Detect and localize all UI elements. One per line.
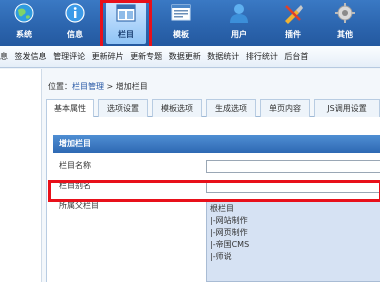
toolbar-label: 信息 xyxy=(67,30,83,39)
form-row-name: 栏目名称 xyxy=(53,157,380,175)
plugin-icon xyxy=(285,5,303,24)
globe-icon xyxy=(14,3,34,23)
gear-icon xyxy=(335,3,355,23)
column-name-input[interactable] xyxy=(206,160,380,173)
toolbar-item-plugin[interactable]: 插件 xyxy=(273,2,313,44)
tab-template[interactable]: 模板选项 xyxy=(152,99,202,117)
breadcrumb: 位置：栏目管理 > 增加栏目 xyxy=(48,81,148,92)
tab-bar: 基本属性 选项设置 模板选项 生成选项 单页内容 JS调用设置 xyxy=(46,99,380,118)
info-icon xyxy=(65,3,85,23)
submenu-item[interactable]: 更新专题 xyxy=(130,46,162,67)
template-icon xyxy=(171,4,191,21)
tab-single-page[interactable]: 单页内容 xyxy=(260,99,310,117)
tab-basic[interactable]: 基本属性 xyxy=(46,99,94,118)
toolbar-item-user[interactable]: 用户 xyxy=(219,2,259,44)
toolbar-item-template[interactable]: 模板 xyxy=(161,2,201,44)
breadcrumb-separator: > xyxy=(104,82,116,91)
breadcrumb-link[interactable]: 栏目管理 xyxy=(72,82,104,91)
breadcrumb-prefix: 位置： xyxy=(48,82,72,91)
submenu-item[interactable]: 排行统计 xyxy=(246,46,278,67)
main-content: 位置：栏目管理 > 增加栏目 基本属性 选项设置 模板选项 生成选项 单页内容 … xyxy=(42,69,380,282)
tab-js[interactable]: JS调用设置 xyxy=(314,99,380,117)
submenu-item[interactable]: 数据更新 xyxy=(169,46,201,67)
submenu-item[interactable]: 管理评论 xyxy=(53,46,85,67)
sub-menu: 息 签发信息 管理评论 更新碎片 更新专题 数据更新 数据统计 排行统计 后台首 xyxy=(0,46,380,68)
toolbar-label: 插件 xyxy=(285,30,301,39)
toolbar-item-info[interactable]: 信息 xyxy=(55,2,95,44)
tab-generate[interactable]: 生成选项 xyxy=(206,99,256,117)
submenu-item[interactable]: 后台首 xyxy=(284,46,308,67)
breadcrumb-current: 增加栏目 xyxy=(115,82,148,91)
toolbar-label: 其他 xyxy=(337,30,353,39)
submenu-item[interactable]: 息 xyxy=(0,46,8,67)
list-item[interactable]: |-师说 xyxy=(210,251,378,263)
list-item[interactable]: |-网站制作 xyxy=(210,215,378,227)
list-item[interactable]: 根栏目 xyxy=(210,203,378,215)
parent-column-list[interactable]: 根栏目 |-网站制作 |-网页制作 |-帝国CMS |-师说 xyxy=(206,200,380,282)
toolbar-item-system[interactable]: 系统 xyxy=(4,2,44,44)
top-toolbar: 系统 信息 栏目 模板 用户 插件 其他 xyxy=(0,0,380,46)
tab-options[interactable]: 选项设置 xyxy=(98,99,148,117)
toolbar-label: 用户 xyxy=(231,30,247,39)
list-item[interactable]: |-帝国CMS xyxy=(210,239,378,251)
toolbar-label: 系统 xyxy=(16,30,32,39)
highlight-box-column-tool xyxy=(100,0,152,50)
highlight-box-alias-row xyxy=(48,180,380,202)
toolbar-item-other[interactable]: 其他 xyxy=(325,2,365,44)
toolbar-label: 模板 xyxy=(173,30,189,39)
submenu-item[interactable]: 签发信息 xyxy=(15,46,47,67)
panel-heading: 增加栏目 xyxy=(53,135,380,153)
submenu-item[interactable]: 数据统计 xyxy=(207,46,239,67)
user-icon xyxy=(230,4,248,23)
submenu-item[interactable]: 更新碎片 xyxy=(92,46,124,67)
field-label: 栏目名称 xyxy=(59,161,91,170)
list-item[interactable]: |-网页制作 xyxy=(210,227,378,239)
left-gutter xyxy=(0,69,42,282)
